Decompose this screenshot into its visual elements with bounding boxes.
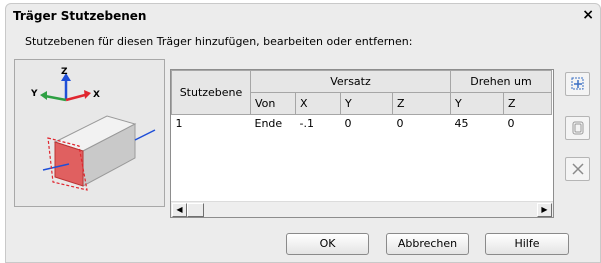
beam-illustration: Z Y X bbox=[30, 67, 156, 191]
col-header-x[interactable]: X bbox=[295, 92, 341, 115]
svg-text:X: X bbox=[93, 90, 100, 100]
title-bar: Träger Stutzebenen × bbox=[6, 4, 600, 28]
col-header-z[interactable]: Z bbox=[392, 92, 451, 115]
svg-text:Z: Z bbox=[61, 67, 68, 77]
beam-icon bbox=[42, 115, 156, 191]
dialog-title: Träger Stutzebenen bbox=[13, 9, 147, 23]
col-header-y[interactable]: Y bbox=[340, 92, 393, 115]
ok-button[interactable]: OK bbox=[286, 233, 369, 255]
cell-stutzebene[interactable]: 1 bbox=[172, 115, 251, 133]
scroll-thumb[interactable] bbox=[187, 203, 204, 217]
scroll-right-icon[interactable]: ▶ bbox=[537, 203, 552, 217]
col-header-stutzebene[interactable]: Stutzebene bbox=[171, 70, 251, 115]
instruction-text: Stutzebenen für diesen Träger hinzufügen… bbox=[25, 35, 413, 48]
scroll-left-icon[interactable]: ◀ bbox=[172, 203, 187, 217]
svg-text:Y: Y bbox=[30, 89, 38, 99]
add-plane-icon bbox=[571, 77, 583, 90]
cell-von[interactable]: Ende bbox=[251, 115, 296, 133]
stutzebene-grid[interactable]: Stutzebene Versatz Drehen um Von X Y Z Y… bbox=[170, 69, 554, 218]
delete-icon bbox=[571, 163, 584, 175]
grid-table: Stutzebene Versatz Drehen um Von X Y Z Y… bbox=[171, 70, 552, 133]
table-row[interactable]: 1 Ende -.1 0 0 45 0 bbox=[172, 115, 552, 133]
help-button[interactable]: Hilfe bbox=[485, 233, 569, 255]
edit-plane-icon bbox=[572, 121, 583, 135]
cell-rot-z[interactable]: 0 bbox=[504, 115, 552, 133]
add-plane-button[interactable] bbox=[565, 72, 590, 96]
cell-y[interactable]: 0 bbox=[341, 115, 393, 133]
col-header-rot-z[interactable]: Z bbox=[503, 92, 552, 115]
col-header-von[interactable]: Von bbox=[250, 92, 296, 115]
col-header-rot-y[interactable]: Y bbox=[450, 92, 504, 115]
cell-z[interactable]: 0 bbox=[393, 115, 451, 133]
edit-plane-button[interactable] bbox=[565, 116, 590, 140]
cell-x[interactable]: -.1 bbox=[296, 115, 341, 133]
beam-preview-image: Z Y X bbox=[14, 59, 165, 207]
col-header-versatz[interactable]: Versatz bbox=[250, 70, 451, 93]
col-header-drehen-um[interactable]: Drehen um bbox=[450, 70, 552, 93]
axis-tripod-icon: Z Y X bbox=[30, 67, 100, 102]
close-icon[interactable]: × bbox=[582, 8, 594, 22]
horizontal-scrollbar[interactable]: ◀ ▶ bbox=[171, 201, 553, 217]
cell-rot-y[interactable]: 45 bbox=[451, 115, 504, 133]
cancel-button[interactable]: Abbrechen bbox=[386, 233, 469, 255]
delete-plane-button[interactable] bbox=[565, 157, 590, 181]
